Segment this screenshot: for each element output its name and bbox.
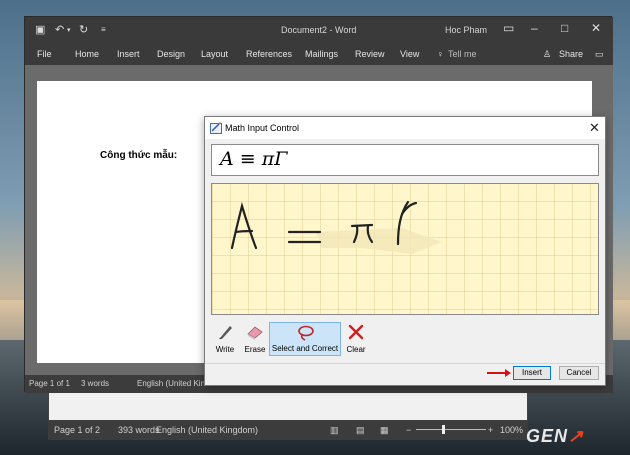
ribbon-tabs: File Home Insert Design Layout Reference… xyxy=(25,43,613,65)
window-title: Document2 - Word xyxy=(281,25,357,35)
document-text[interactable]: Công thức mẫu: xyxy=(100,150,177,161)
back-page-count: Page 1 of 2 xyxy=(54,425,101,435)
back-status-bar: Page 1 of 2 393 words English (United Ki… xyxy=(48,420,528,440)
print-layout-icon[interactable]: ▤ xyxy=(356,425,365,436)
undo-dropdown-icon[interactable]: ▾ xyxy=(67,26,71,34)
save-icon[interactable]: ▣ xyxy=(35,23,45,36)
close-window-icon[interactable]: ✕ xyxy=(591,21,601,35)
select-and-correct-tool[interactable]: Select and Correct xyxy=(269,322,341,356)
math-input-dialog: Math Input Control ✕ A ≡ πΓ Write Erase … xyxy=(204,116,606,386)
write-label: Write xyxy=(215,345,235,354)
tab-review[interactable]: Review xyxy=(355,49,385,59)
back-language[interactable]: English (United Kingdom) xyxy=(156,425,258,435)
tab-design[interactable]: Design xyxy=(157,49,185,59)
zoom-out-icon[interactable]: − xyxy=(406,425,411,435)
tab-layout[interactable]: Layout xyxy=(201,49,228,59)
zoom-level[interactable]: 100% xyxy=(500,425,523,435)
lasso-icon xyxy=(298,325,314,341)
clear-label: Clear xyxy=(346,345,366,354)
ribbon-display-icon[interactable]: ▭ xyxy=(503,21,514,35)
math-tools: Write Erase Select and Correct Clear xyxy=(211,322,599,358)
erase-tool[interactable]: Erase xyxy=(241,322,269,356)
write-tool[interactable]: Write xyxy=(211,322,239,356)
tab-insert[interactable]: Insert xyxy=(117,49,140,59)
zoom-slider[interactable] xyxy=(416,429,486,430)
tell-me-box[interactable]: Tell me xyxy=(448,49,477,59)
share-button[interactable]: Share xyxy=(559,49,583,59)
customize-qat-icon[interactable]: ≡ xyxy=(101,25,106,34)
math-preview-box: A ≡ πΓ xyxy=(211,144,599,176)
erase-label: Erase xyxy=(244,345,266,354)
share-person-icon[interactable]: ♙ xyxy=(543,49,551,60)
math-preview-expression: A ≡ πΓ xyxy=(220,148,288,170)
back-word-count: 393 words xyxy=(118,425,160,435)
tab-home[interactable]: Home xyxy=(75,49,99,59)
dialog-close-icon[interactable]: ✕ xyxy=(589,120,600,136)
annotation-arrow xyxy=(487,372,507,374)
watermark-text: GEN xyxy=(526,426,569,446)
user-name[interactable]: Hoc Pham xyxy=(445,25,487,35)
comments-icon[interactable]: ▭ xyxy=(595,49,604,60)
maximize-icon[interactable]: □ xyxy=(561,21,568,35)
annotation-arrowhead xyxy=(505,369,511,377)
cancel-button[interactable]: Cancel xyxy=(559,366,599,380)
dialog-title: Math Input Control xyxy=(225,123,300,133)
dialog-title-bar: Math Input Control ✕ xyxy=(205,117,605,139)
minimize-icon[interactable]: – xyxy=(531,21,538,35)
clear-tool[interactable]: Clear xyxy=(343,322,369,356)
math-input-app-icon xyxy=(210,122,222,134)
zoom-in-icon[interactable]: + xyxy=(488,425,493,435)
tab-mailings[interactable]: Mailings xyxy=(305,49,338,59)
clear-x-icon xyxy=(348,324,364,340)
redo-icon[interactable]: ↻ xyxy=(79,23,88,36)
tab-file[interactable]: File xyxy=(37,49,52,59)
word-count: 3 words xyxy=(81,379,110,388)
zoom-slider-thumb[interactable] xyxy=(442,425,445,434)
select-and-correct-label: Select and Correct xyxy=(271,344,339,353)
dialog-separator xyxy=(205,363,605,364)
insert-button[interactable]: Insert xyxy=(513,366,551,380)
title-bar: ▣ ↶ ▾ ↻ ≡ Document2 - Word Hoc Pham ▭ – … xyxy=(25,17,613,43)
lightbulb-icon: ♀ xyxy=(437,49,444,59)
language-indicator[interactable]: English (United Kin xyxy=(137,379,205,388)
tab-view[interactable]: View xyxy=(400,49,419,59)
undo-icon[interactable]: ↶ xyxy=(55,23,64,36)
gen-watermark-logo: GEN↗ xyxy=(526,426,584,447)
eraser-icon xyxy=(247,326,263,340)
handwritten-ink xyxy=(230,200,442,254)
read-mode-icon[interactable]: ▥ xyxy=(330,425,339,436)
web-layout-icon[interactable]: ▦ xyxy=(380,425,389,436)
page-count: Page 1 of 1 xyxy=(29,379,70,388)
pen-icon xyxy=(219,326,232,339)
tab-references[interactable]: References xyxy=(246,49,292,59)
handwriting-input-area[interactable] xyxy=(211,183,599,315)
watermark-mark-icon: ↗ xyxy=(568,426,585,446)
